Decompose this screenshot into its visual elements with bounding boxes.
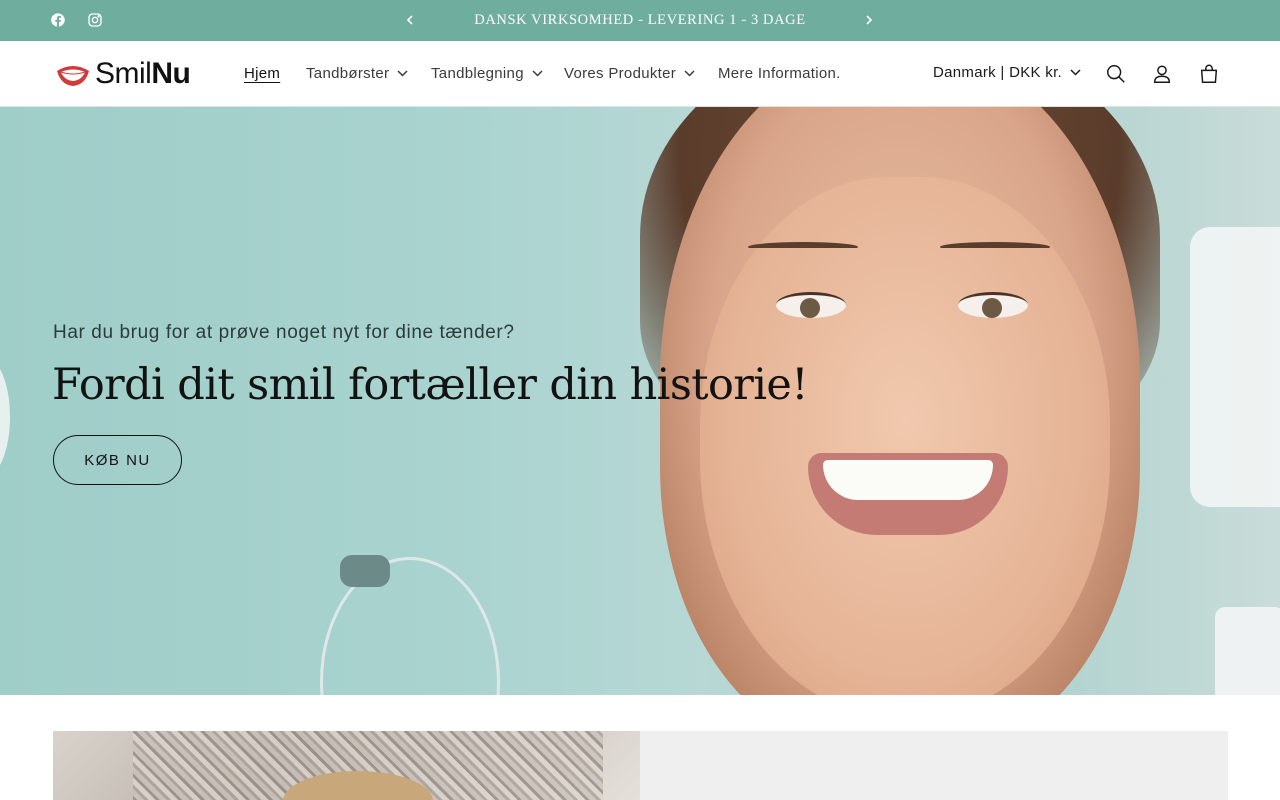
announcement-next-button[interactable] [859, 10, 879, 30]
nav-tandborster[interactable]: Tandbørster [306, 65, 408, 82]
announcement-text: DANSK VIRKSOMHED - LEVERING 1 - 3 DAGE [474, 12, 806, 28]
chevron-down-icon [684, 70, 695, 77]
chevron-left-icon [406, 15, 413, 25]
hero-image [700, 177, 1110, 695]
hero-image [940, 242, 1050, 252]
nav-hjem[interactable]: Hjem [244, 65, 280, 82]
site-header: SmilNu Hjem Tandbørster Tandblegning Vor… [0, 41, 1280, 107]
search-button[interactable] [1102, 60, 1130, 88]
hero-decoration [340, 555, 390, 587]
hero-decoration [0, 357, 10, 477]
hero-image [823, 460, 993, 500]
country-selector[interactable]: Danmark | DKK kr. [933, 64, 1081, 81]
cart-button[interactable] [1195, 60, 1223, 88]
feature-image [53, 731, 640, 800]
facebook-icon[interactable] [48, 10, 68, 30]
chevron-right-icon [866, 15, 873, 25]
logo-text: SmilNu [95, 57, 191, 90]
nav-tandblegning[interactable]: Tandblegning [431, 65, 543, 82]
nav-mere-information[interactable]: Mere Information. [718, 65, 841, 82]
account-button[interactable] [1148, 60, 1176, 88]
hero-image [776, 292, 846, 318]
hero-heading: Fordi dit smil fortæller din historie! [52, 360, 809, 410]
logo[interactable]: SmilNu [55, 57, 205, 91]
smile-logo-icon [57, 66, 89, 86]
feature-text-panel [640, 731, 1228, 800]
chevron-down-icon [532, 70, 543, 77]
hero-image [958, 292, 1028, 318]
hero-decoration [1190, 227, 1280, 507]
hero-subheading: Har du brug for at prøve noget nyt for d… [53, 322, 515, 343]
nav-vores-produkter[interactable]: Vores Produkter [564, 65, 695, 82]
announcement-prev-button[interactable] [400, 10, 420, 30]
hero-image [748, 242, 858, 252]
account-icon [1153, 65, 1171, 83]
hero-banner: Har du brug for at prøve noget nyt for d… [0, 107, 1280, 695]
buy-now-button[interactable]: KØB NU [53, 435, 182, 485]
chevron-down-icon [397, 70, 408, 77]
chevron-down-icon [1070, 69, 1081, 76]
instagram-icon[interactable] [85, 10, 105, 30]
announcement-bar: DANSK VIRKSOMHED - LEVERING 1 - 3 DAGE [0, 0, 1280, 41]
hero-decoration [1215, 607, 1280, 695]
search-icon [1107, 65, 1125, 83]
cart-icon [1200, 64, 1218, 83]
